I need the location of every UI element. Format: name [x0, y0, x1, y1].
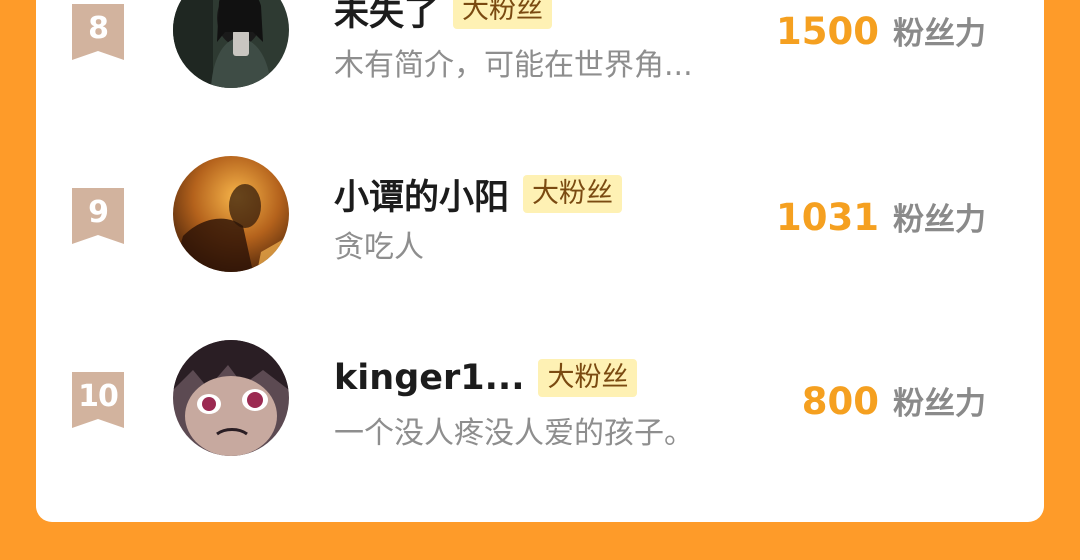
fan-power-unit: 粉丝力: [893, 202, 986, 238]
fan-bio: 一个没人疼没人爱的孩子。: [334, 416, 694, 451]
fan-power-value: 800: [801, 380, 879, 423]
avatar-photo-icon: [173, 156, 289, 272]
fan-power: 800 粉丝力: [802, 378, 986, 423]
avatar-anime-icon: [173, 340, 289, 456]
avatar[interactable]: [173, 156, 289, 272]
fan-name: 未失了: [334, 0, 440, 34]
fan-power-unit: 粉丝力: [893, 16, 986, 52]
fan-power: 1031 粉丝力: [776, 194, 986, 239]
fan-list-item[interactable]: 8 未失了 大粉丝 木有简介，可能在世界角... 1500 粉丝力: [0, 0, 1080, 92]
fan-power-value: 1031: [776, 196, 879, 239]
avatar[interactable]: [173, 340, 289, 456]
rank-badge: 8: [72, 4, 124, 60]
fan-name: 小谭的小阳: [334, 177, 510, 218]
fan-bio: 贪吃人: [334, 230, 424, 265]
fan-level-tag: 大粉丝: [453, 0, 553, 29]
avatar-photo-icon: [173, 0, 289, 88]
fan-power-unit: 粉丝力: [893, 386, 986, 422]
fan-name: kinger1...: [334, 358, 525, 398]
fan-power: 1500 粉丝力: [776, 8, 986, 53]
rank-badge: 10: [72, 372, 124, 428]
rank-badge: 9: [72, 188, 124, 244]
fan-bio: 木有简介，可能在世界角...: [334, 48, 693, 83]
avatar[interactable]: [173, 0, 289, 88]
fan-list-item[interactable]: 9 小谭的小阳 大粉丝 贪吃人 1031 粉丝力: [0, 156, 1080, 276]
fan-power-value: 1500: [776, 10, 879, 53]
fan-level-tag: 大粉丝: [523, 175, 623, 213]
fan-level-tag: 大粉丝: [538, 359, 638, 397]
fan-list-item[interactable]: 10 kinger1... 大粉丝 一个没人疼没人爱的孩子。 800 粉丝力: [0, 340, 1080, 460]
